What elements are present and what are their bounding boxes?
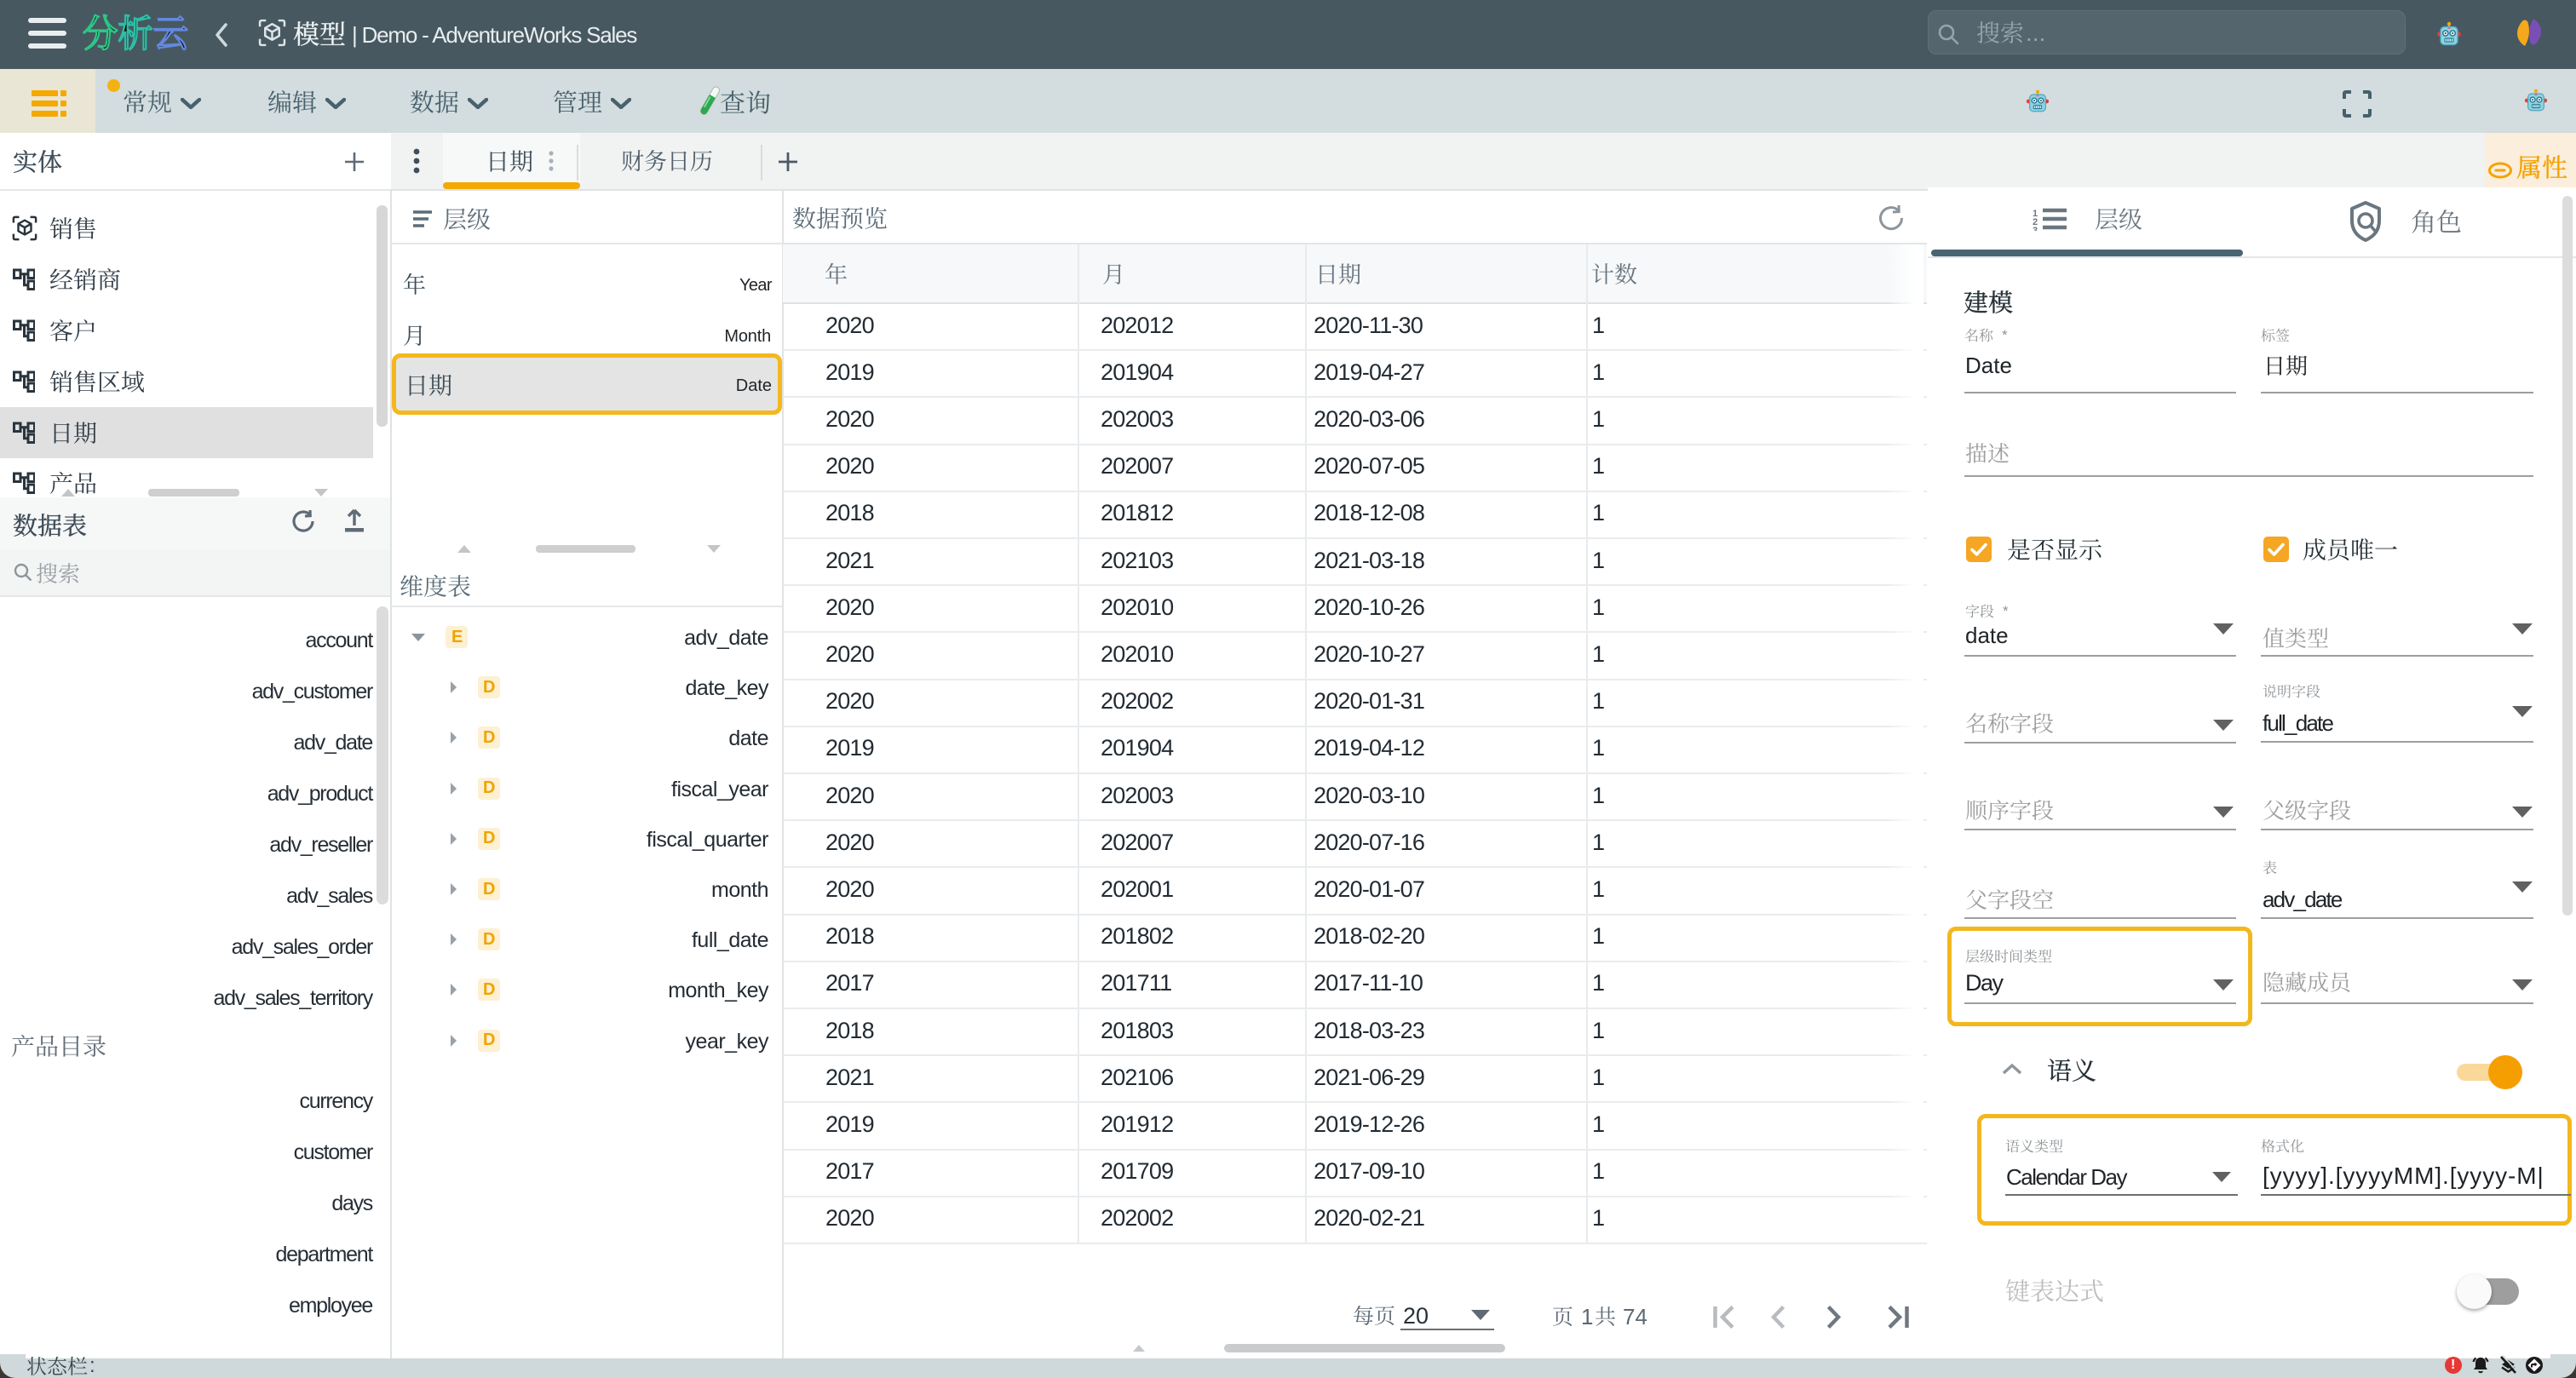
svg-text:3: 3 xyxy=(2033,226,2038,231)
